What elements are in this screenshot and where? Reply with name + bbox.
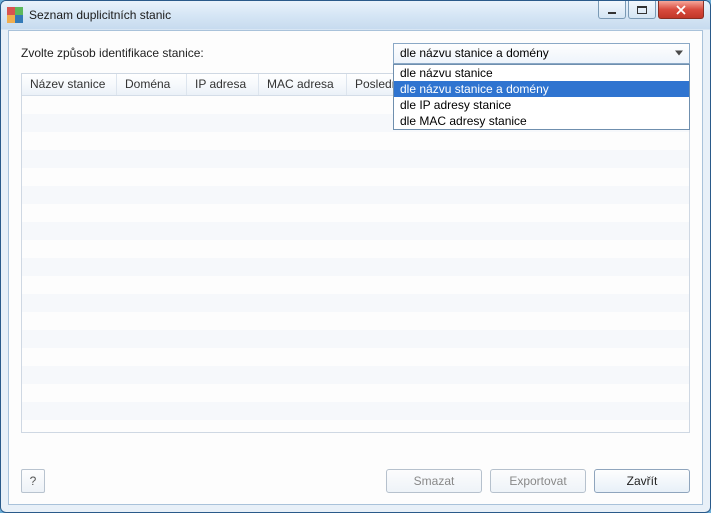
identification-option[interactable]: dle názvu stanice a domény	[394, 81, 689, 97]
client-area: Zvolte způsob identifikace stanice: dle …	[8, 30, 703, 505]
maximize-icon	[637, 6, 647, 14]
table-row[interactable]	[22, 168, 689, 186]
col-ip-address[interactable]: IP adresa	[187, 74, 259, 95]
table-row[interactable]	[22, 420, 689, 433]
titlebar[interactable]: Seznam duplicitních stanic	[1, 1, 710, 29]
table-row[interactable]	[22, 402, 689, 420]
app-icon	[7, 7, 23, 23]
identification-prompt-label: Zvolte způsob identifikace stanice:	[21, 46, 204, 60]
delete-button[interactable]: Smazat	[386, 469, 482, 493]
identification-option[interactable]: dle názvu stanice	[394, 65, 689, 81]
table-row[interactable]	[22, 132, 689, 150]
identification-option[interactable]: dle IP adresy stanice	[394, 97, 689, 113]
table-row[interactable]	[22, 240, 689, 258]
close-icon	[675, 5, 687, 15]
close-button[interactable]	[658, 1, 704, 19]
col-domain[interactable]: Doména	[117, 74, 187, 95]
identification-option[interactable]: dle MAC adresy stanice	[394, 113, 689, 129]
close-dialog-button[interactable]: Zavřít	[594, 469, 690, 493]
window-frame: Seznam duplicitních stanic Zvolte způsob…	[0, 0, 711, 513]
help-button[interactable]: ?	[21, 469, 45, 493]
export-button[interactable]: Exportovat	[490, 469, 586, 493]
table-row[interactable]	[22, 366, 689, 384]
window-title: Seznam duplicitních stanic	[29, 8, 171, 22]
table-row[interactable]	[22, 348, 689, 366]
table-row[interactable]	[22, 258, 689, 276]
minimize-button[interactable]	[598, 1, 626, 19]
table-row[interactable]	[22, 186, 689, 204]
table-row[interactable]	[22, 312, 689, 330]
identification-combo-value: dle názvu stanice a domény	[400, 46, 549, 60]
table-body	[22, 96, 689, 433]
table-row[interactable]	[22, 384, 689, 402]
col-station-name[interactable]: Název stanice	[22, 74, 117, 95]
table-row[interactable]	[22, 204, 689, 222]
table-row[interactable]	[22, 222, 689, 240]
table-row[interactable]	[22, 330, 689, 348]
maximize-button[interactable]	[628, 1, 656, 19]
col-mac-address[interactable]: MAC adresa	[259, 74, 347, 95]
table-row[interactable]	[22, 294, 689, 312]
table-row[interactable]	[22, 150, 689, 168]
table-row[interactable]	[22, 276, 689, 294]
minimize-icon	[607, 6, 617, 14]
identification-dropdown[interactable]: dle názvu stanicedle názvu stanice a dom…	[393, 64, 690, 130]
identification-combo[interactable]: dle názvu stanice a domény	[393, 43, 690, 64]
